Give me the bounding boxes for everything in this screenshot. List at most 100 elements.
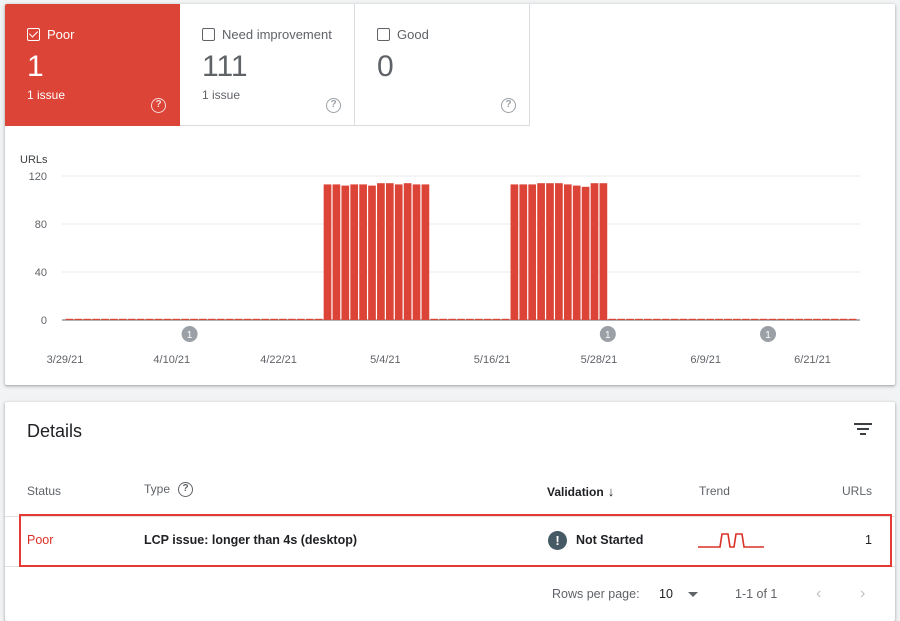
checkbox-icon[interactable] [377,28,390,41]
chart-bar [830,318,839,320]
chart-bar [323,184,332,320]
help-icon[interactable]: ? [326,98,341,113]
urls-chart: URLs 0 40 80 120 1 1 1 3/29/21 4/10/21 4/22/21 5/4/… [5,126,895,385]
rows-per-page-select[interactable]: 10 [659,587,673,601]
prev-page-icon[interactable]: ‹ [816,585,821,603]
chart-bar [145,318,154,320]
chart-bar [768,318,777,320]
help-icon[interactable]: ? [501,98,516,113]
chart-bar [314,318,323,320]
tile-count: 0 [377,50,394,83]
x-tick-label: 4/22/21 [260,354,297,366]
chart-bar [581,186,590,320]
annotation-label: 1 [605,330,611,341]
chart-bar [448,318,456,320]
chart-bar [661,318,670,320]
chart-bar [546,183,554,320]
header-type[interactable]: Type [144,482,170,496]
checkbox-icon[interactable] [202,28,215,41]
report-summary-card: Poor 1 1 issue ? Need improvement 111 1 … [5,4,895,385]
tile-good[interactable]: Good 0 ? [355,4,530,126]
chart-bar [715,318,723,320]
trend-sparkline-icon [698,533,764,548]
chart-bar [225,318,234,320]
divider [5,566,895,567]
header-urls[interactable]: URLs [842,484,872,498]
chart-bar [750,318,759,320]
row-type: LCP issue: longer than 4s (desktop) [144,533,358,547]
details-card: Details Status Type? Validation ↓ Trend U… [5,402,895,621]
header-type-wrap: Type? [144,482,194,498]
chart-bar [635,318,643,320]
chart-bar [439,318,448,320]
details-title: Details [27,421,83,441]
chart-bar [252,318,261,320]
chart-bar [279,318,287,320]
x-tick-label: 5/4/21 [370,354,401,366]
chart-svg: URLs 0 40 80 120 1 1 1 3/29/21 4/10/21 4/22/21 5/4/… [20,154,860,366]
chart-bar [101,318,109,320]
chart-bar [243,318,252,320]
chart-bar [234,318,243,320]
chart-bar [697,318,706,320]
annotation-label: 1 [187,330,193,341]
help-icon[interactable]: ? [151,98,166,113]
chart-bar [483,318,492,320]
row-urls: 1 [865,533,872,547]
table-row[interactable]: Poor LCP issue: longer than 4s (desktop)… [5,517,895,565]
help-icon[interactable]: ? [178,482,194,498]
chart-bar [181,318,189,320]
exclamation-icon: ! [548,531,567,550]
arrow-down-icon[interactable]: ↓ [608,484,615,499]
chart-bar [786,318,795,320]
chart-bar [136,318,145,320]
header-validation[interactable]: Validation [547,485,604,499]
dropdown-arrow-icon[interactable] [688,592,698,597]
chart-bar [199,318,207,320]
chart-bar [92,318,100,320]
chart-bar [110,318,118,320]
row-validation: ! Not Started [548,531,643,550]
checkbox-checked-icon[interactable] [27,28,40,41]
chart-bar [74,318,83,320]
chart-bar [839,318,848,320]
tile-label: Good [397,27,429,42]
chart-bar [652,318,661,320]
chart-bar [510,184,519,320]
chart-bar [572,185,581,320]
chart-bar [519,184,528,320]
chart-bar [466,318,474,320]
chart-bar [795,318,804,320]
x-tick-label: 6/9/21 [690,354,721,366]
chart-bar [403,183,412,320]
chart-bar [207,318,216,320]
chart-bar [350,184,359,320]
chart-bar [679,318,688,320]
tile-need-improvement[interactable]: Need improvement 111 1 issue ? [180,4,355,126]
chart-bar [270,318,278,320]
chart-bar [412,184,421,320]
filter-icon[interactable] [853,422,873,438]
next-page-icon[interactable]: › [860,585,865,603]
chart-bar [537,183,545,320]
chart-bar [65,318,74,320]
chart-bar [118,318,127,320]
chart-bar [359,184,367,320]
chart-bar [617,318,626,320]
chart-bar [377,183,385,320]
header-validation-wrap[interactable]: Validation ↓ [547,484,614,499]
chart-bar [190,318,198,320]
header-status[interactable]: Status [27,484,61,498]
chart-bar [261,318,270,320]
chart-bar [741,318,750,320]
tile-count: 111 [202,50,248,83]
chart-bar [296,318,305,320]
row-validation-text: Not Started [576,532,644,547]
chart-bar [127,318,136,320]
chart-bar [474,318,483,320]
pagination-range: 1-1 of 1 [735,587,778,601]
chart-bar [394,184,403,320]
tile-poor[interactable]: Poor 1 1 issue ? [5,4,180,126]
chart-bar [777,318,786,320]
tile-label: Poor [47,27,75,42]
